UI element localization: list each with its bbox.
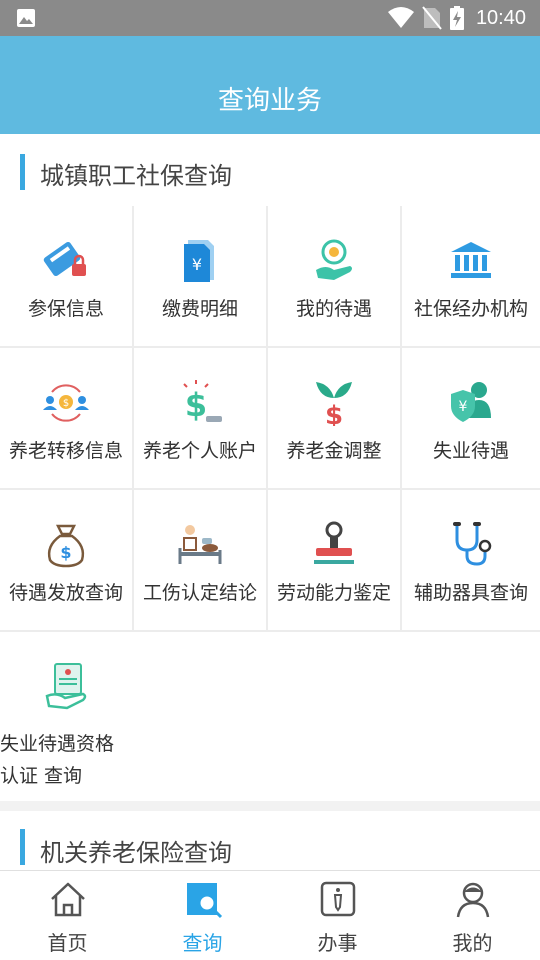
nav-home[interactable]: 首页 — [0, 871, 135, 960]
grid-item-label: 我的待遇 — [295, 298, 372, 320]
grid-item-label: 养老转移信息 — [8, 440, 123, 462]
money-bag-icon: $ — [47, 524, 85, 568]
nav-label: 查询 — [182, 931, 223, 955]
battery-charging-icon — [449, 6, 464, 30]
stethoscope-icon — [453, 522, 492, 566]
grid-item-label: 缴费明细 — [161, 298, 238, 320]
stamp-icon — [314, 521, 354, 564]
money-plant-icon: $ — [316, 382, 352, 426]
bank-building-icon — [451, 242, 491, 278]
grid-item-ability-appraisal[interactable]: 劳动能力鉴定 — [268, 490, 402, 632]
grid-item-label: 养老金调整 — [286, 440, 382, 462]
grid-item-unemployment-certification[interactable]: 失业待遇资格认证 查询 — [0, 632, 134, 801]
bottom-nav: 首页 查询 办事 我的 — [0, 870, 540, 960]
grid-item-agencies[interactable]: 社保经办机构 — [402, 206, 540, 348]
grid-item-label: 失业待遇 — [432, 440, 509, 462]
wifi-icon — [387, 7, 414, 28]
no-sim-icon — [422, 6, 442, 30]
grid-item-payment-query[interactable]: $ 待遇发放查询 — [0, 490, 134, 632]
user-icon — [456, 882, 489, 918]
grid-item-label: 养老个人账户 — [142, 440, 257, 462]
status-bar: 10:40 — [0, 0, 540, 36]
section-header-government: 机关养老保险查询 — [0, 811, 540, 870]
grid-item-pension-adjust[interactable]: $ 养老金调整 — [268, 348, 402, 490]
image-notification-icon — [17, 9, 35, 27]
svg-text:$: $ — [185, 386, 207, 424]
section-header-urban: 城镇职工社保查询 — [0, 134, 540, 206]
svg-text:¥: ¥ — [192, 255, 202, 274]
section-accent-bar — [20, 154, 25, 190]
query-grid: 参保信息 ¥ 缴费明细 我的待遇 社保经办机构 $ 养老转移信息 $ 养老个人账… — [0, 206, 540, 801]
svg-text:$: $ — [60, 543, 71, 562]
grid-item-label: 劳动能力鉴定 — [276, 582, 391, 604]
grid-item-my-benefits[interactable]: 我的待遇 — [268, 206, 402, 348]
transfer-people-icon: $ — [43, 384, 89, 422]
nav-mine[interactable]: 我的 — [405, 871, 540, 960]
grid-item-label: 参保信息 — [27, 298, 104, 320]
nav-label: 办事 — [317, 931, 358, 955]
hospital-bed-icon — [178, 525, 222, 564]
yen-document-icon: ¥ — [184, 240, 214, 282]
svg-text:$: $ — [325, 401, 343, 426]
grid-item-assistive-devices[interactable]: 辅助器具查询 — [402, 490, 540, 632]
svg-text:$: $ — [63, 398, 69, 409]
page-title: 查询业务 — [217, 86, 322, 116]
grid-item-label: 失业待遇资格认证 查询 — [0, 733, 115, 787]
search-doc-icon — [186, 883, 222, 919]
nav-label: 我的 — [452, 931, 493, 955]
grid-item-payment-detail[interactable]: ¥ 缴费明细 — [134, 206, 268, 348]
certificate-hand-icon — [45, 663, 87, 710]
app-header: 查询业务 — [0, 36, 540, 134]
shield-person-icon: ¥ — [451, 382, 491, 422]
tie-card-icon — [320, 881, 355, 917]
section-title: 机关养老保险查询 — [40, 839, 232, 867]
id-card-lock-icon — [43, 241, 86, 277]
section-title: 城镇职工社保查询 — [40, 162, 232, 190]
grid-item-label: 待遇发放查询 — [8, 582, 123, 604]
grid-item-injury-result[interactable]: 工伤认定结论 — [134, 490, 268, 632]
grid-item-pension-transfer[interactable]: $ 养老转移信息 — [0, 348, 134, 490]
dollar-account-icon: $ — [183, 380, 222, 424]
grid-item-insurance-info[interactable]: 参保信息 — [0, 206, 134, 348]
svg-text:¥: ¥ — [459, 399, 468, 415]
grid-item-label: 辅助器具查询 — [413, 582, 528, 604]
nav-label: 首页 — [47, 931, 88, 955]
nav-services[interactable]: 办事 — [270, 871, 405, 960]
home-icon — [50, 882, 85, 917]
section-accent-bar — [20, 829, 25, 865]
grid-item-label: 社保经办机构 — [413, 298, 528, 320]
status-time: 10:40 — [475, 6, 526, 29]
grid-item-label: 工伤认定结论 — [142, 582, 257, 604]
hand-coin-icon — [316, 239, 352, 280]
grid-item-unemployment[interactable]: ¥ 失业待遇 — [402, 348, 540, 490]
grid-item-pension-account[interactable]: $ 养老个人账户 — [134, 348, 268, 490]
nav-query[interactable]: 查询 — [135, 871, 270, 960]
